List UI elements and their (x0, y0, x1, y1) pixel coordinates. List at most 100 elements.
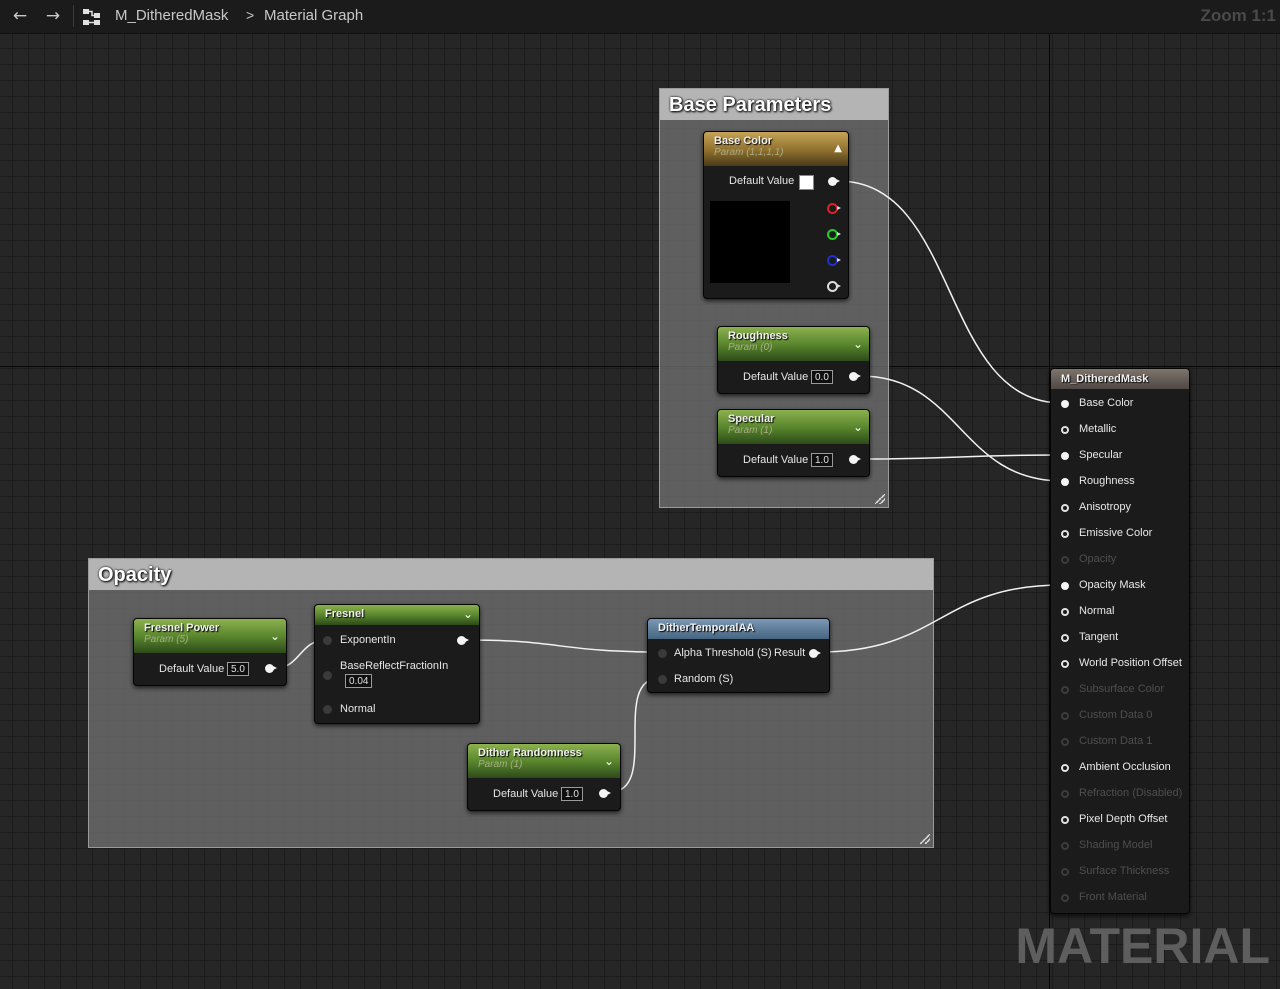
chevron-down-icon[interactable]: ⌄ (463, 607, 473, 621)
output-pin[interactable] (599, 789, 611, 798)
input-label-normal: Normal (340, 703, 376, 715)
result-input-label: Tangent (1079, 631, 1119, 643)
result-input-label: Normal (1079, 605, 1115, 617)
result-input-pin[interactable] (1061, 660, 1069, 668)
default-value-field[interactable]: 1.0 (561, 787, 583, 801)
comment-title[interactable]: Base Parameters (660, 89, 888, 120)
dither-randomness-node[interactable]: Dither Randomness Param (1) ⌄ Default Va… (467, 743, 621, 811)
result-input-pin[interactable] (1061, 400, 1069, 408)
fresnel-power-node[interactable]: Fresnel Power Param (5) ⌄ Default Value … (133, 618, 287, 686)
breadcrumb-chevron-icon: > (246, 7, 255, 23)
result-input-label: Surface Thickness (1079, 865, 1170, 877)
result-input-pin (1061, 556, 1069, 564)
result-input-pin[interactable] (1061, 608, 1069, 616)
node-title: Fresnel (325, 608, 365, 620)
output-label-result: Result (774, 647, 806, 659)
forward-arrow-icon[interactable]: → (41, 6, 65, 26)
result-input-pin[interactable] (1061, 478, 1069, 486)
output-pin-r[interactable] (827, 203, 841, 214)
node-header[interactable]: Specular Param (1) ⌄ (718, 410, 869, 444)
default-value-field[interactable]: 5.0 (227, 662, 249, 676)
result-input-pin (1061, 738, 1069, 746)
resize-handle-icon[interactable] (920, 834, 930, 844)
default-value-field[interactable]: 1.0 (811, 453, 833, 467)
result-input-pin (1061, 868, 1069, 876)
comment-title[interactable]: Opacity (89, 559, 933, 590)
default-value-label: Default Value (729, 175, 795, 187)
chevron-down-icon[interactable]: ⌄ (853, 420, 863, 434)
node-title: Fresnel Power (144, 622, 220, 634)
result-input-pin[interactable] (1061, 764, 1069, 772)
toolbar-separator (73, 5, 74, 27)
result-input-pin (1061, 790, 1069, 798)
node-title: M_DitheredMask (1061, 373, 1149, 385)
result-input-label: Specular (1079, 449, 1123, 461)
result-input-label: Shading Model (1079, 839, 1153, 851)
node-title: DitherTemporalAA (658, 622, 755, 634)
node-header[interactable]: Base Color Param (1,1,1,1) ▲ (704, 132, 848, 166)
specular-node[interactable]: Specular Param (1) ⌄ Default Value 1.0 (717, 409, 870, 477)
node-header[interactable]: Fresnel Power Param (5) ⌄ (134, 619, 286, 653)
output-pin-a[interactable] (827, 281, 841, 292)
result-input-pin[interactable] (1061, 452, 1069, 460)
chevron-up-icon[interactable]: ▲ (834, 142, 842, 156)
chevron-down-icon[interactable]: ⌄ (853, 337, 863, 351)
result-input-pin[interactable] (1061, 426, 1069, 434)
node-title: Dither Randomness (478, 747, 582, 759)
default-value-label: Default Value (743, 454, 809, 466)
result-input-label: Anisotropy (1079, 501, 1131, 513)
node-subtitle: Param (1) (478, 759, 523, 770)
node-header[interactable]: Roughness Param (0) ⌄ (718, 327, 869, 361)
input-pin-alpha-threshold[interactable] (658, 649, 667, 658)
wire-specular (859, 454, 1063, 460)
chevron-down-icon[interactable]: ⌄ (270, 629, 280, 643)
color-swatch[interactable] (799, 175, 814, 190)
dither-temporal-aa-node[interactable]: DitherTemporalAA Alpha Threshold (S) Res… (647, 618, 830, 693)
result-input-pin[interactable] (1061, 816, 1069, 824)
output-pin[interactable] (849, 372, 861, 381)
input-pin-normal[interactable] (323, 705, 332, 714)
resize-handle-icon[interactable] (875, 494, 885, 504)
input-pin-exponent[interactable] (323, 636, 332, 645)
result-input-pin[interactable] (1061, 530, 1069, 538)
input-pin-base-reflect[interactable] (323, 671, 332, 680)
default-value-label: Default Value (743, 371, 809, 383)
node-header[interactable]: M_DitheredMask (1051, 369, 1189, 389)
node-header[interactable]: Fresnel ⌄ (315, 605, 479, 625)
node-subtitle: Param (0) (728, 342, 773, 353)
default-value-field[interactable]: 0.0 (811, 370, 833, 384)
result-input-label: World Position Offset (1079, 657, 1182, 669)
output-pin-rgb[interactable] (828, 177, 840, 186)
output-pin[interactable] (265, 664, 277, 673)
result-input-pin[interactable] (1061, 582, 1069, 590)
roughness-node[interactable]: Roughness Param (0) ⌄ Default Value 0.0 (717, 326, 870, 394)
material-result-node[interactable]: M_DitheredMask Base Color Metallic Specula… (1050, 368, 1190, 914)
output-pin[interactable] (457, 636, 469, 645)
output-pin[interactable] (849, 455, 861, 464)
result-input-pin (1061, 894, 1069, 902)
node-header[interactable]: Dither Randomness Param (1) ⌄ (468, 744, 620, 778)
back-arrow-icon[interactable]: ← (8, 6, 32, 26)
graph-origin-horizontal-line (0, 366, 1280, 367)
node-header[interactable]: DitherTemporalAA (648, 619, 829, 639)
material-watermark: MATERIAL (1015, 918, 1270, 974)
base-color-node[interactable]: Base Color Param (1,1,1,1) ▲ Default Val… (703, 131, 849, 299)
result-input-pin[interactable] (1061, 504, 1069, 512)
result-input-label: Opacity Mask (1079, 579, 1146, 591)
result-input-pin[interactable] (1061, 634, 1069, 642)
result-input-label: Base Color (1079, 397, 1134, 409)
result-input-label: Emissive Color (1079, 527, 1153, 539)
result-input-label: Front Material (1079, 891, 1147, 903)
result-input-label: Custom Data 1 (1079, 735, 1153, 747)
output-pin-g[interactable] (827, 229, 841, 240)
fresnel-node[interactable]: Fresnel ⌄ ExponentIn BaseReflectFraction… (314, 604, 480, 724)
base-reflect-value-field[interactable]: 0.04 (345, 674, 373, 688)
input-pin-random[interactable] (658, 675, 667, 684)
output-pin-b[interactable] (827, 255, 841, 266)
node-title: Specular (728, 413, 775, 425)
output-pin-result[interactable] (809, 649, 821, 658)
graph-toolbar: ← → M_DitheredMask > Material Graph Zoom… (0, 0, 1280, 34)
chevron-down-icon[interactable]: ⌄ (604, 754, 614, 768)
asset-name-breadcrumb[interactable]: M_DitheredMask (115, 7, 228, 24)
input-label-random: Random (S) (674, 673, 734, 685)
